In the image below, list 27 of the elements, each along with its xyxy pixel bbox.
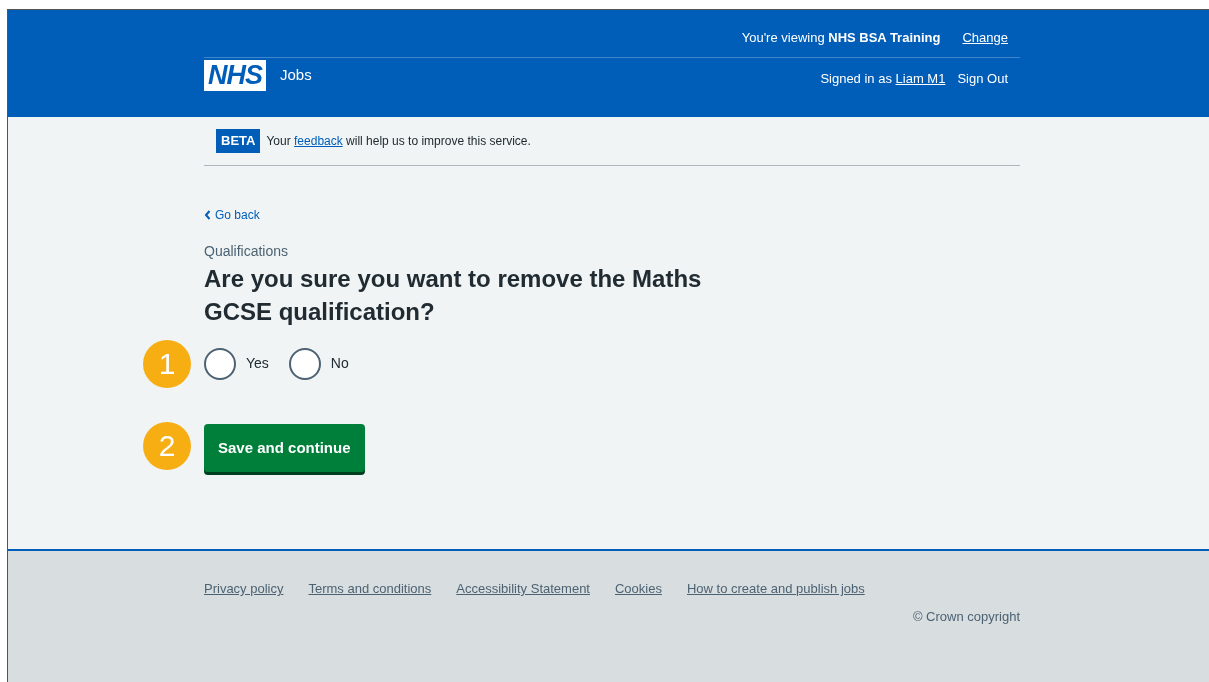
radio-button[interactable] bbox=[204, 347, 236, 380]
caption: Qualifications bbox=[204, 241, 290, 261]
nhs-logo[interactable]: NHS bbox=[204, 60, 266, 91]
radio-button[interactable] bbox=[288, 347, 321, 380]
save-and-continue-button[interactable]: Save and continue bbox=[204, 423, 365, 472]
phase-text: Your feedback will help us to improve this service. bbox=[266, 132, 531, 150]
copyright-text: © Crown copyright bbox=[911, 607, 1020, 626]
radio-label[interactable]: Yes bbox=[246, 353, 269, 374]
user-link[interactable]: Liam M1 bbox=[895, 71, 946, 86]
radio-label[interactable]: No bbox=[330, 353, 349, 374]
signed-in-text: Signed in as Liam M1 bbox=[820, 70, 946, 88]
phase-tag: BETA bbox=[216, 129, 261, 153]
footer-link[interactable]: Accessibility Statement bbox=[456, 579, 590, 599]
step-number-marker: 2 bbox=[143, 421, 191, 470]
change-link[interactable]: Change bbox=[962, 27, 1008, 48]
step-number-marker: 1 bbox=[143, 339, 191, 388]
footer-link[interactable]: Cookies bbox=[615, 579, 662, 599]
footer-link[interactable]: Terms and conditions bbox=[308, 579, 432, 599]
footer-link[interactable]: Privacy policy bbox=[204, 579, 284, 599]
service-name[interactable]: Jobs bbox=[280, 64, 312, 87]
page-heading: Are you sure you want to remove the Maths GCSE qualification? bbox=[204, 263, 703, 327]
chevron-left-icon bbox=[204, 209, 211, 220]
viewing-text: You're viewing NHS BSA Training bbox=[741, 28, 941, 47]
sign-out-link[interactable]: Sign Out bbox=[957, 69, 1008, 89]
footer-link[interactable]: How to create and publish jobs bbox=[686, 579, 865, 599]
back-link[interactable]: Go back bbox=[204, 205, 260, 224]
feedback-link[interactable]: feedback bbox=[294, 133, 343, 148]
